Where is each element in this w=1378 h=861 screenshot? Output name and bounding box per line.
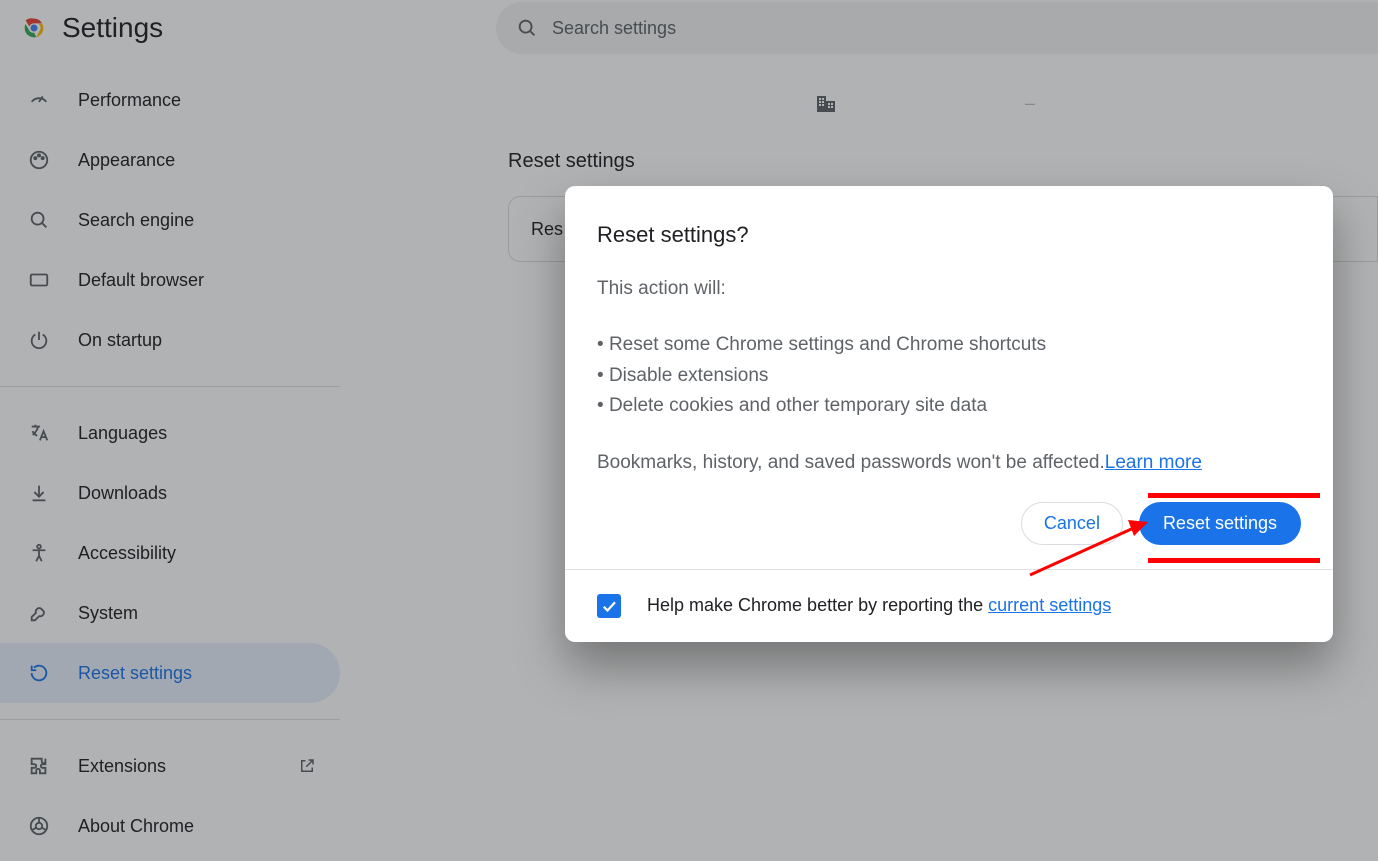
cancel-button[interactable]: Cancel bbox=[1021, 502, 1123, 545]
dialog-bullets: Reset some Chrome settings and Chrome sh… bbox=[597, 330, 1301, 421]
report-settings-checkbox[interactable] bbox=[597, 594, 621, 618]
reset-settings-button[interactable]: Reset settings bbox=[1139, 502, 1301, 545]
dialog-bullet: Delete cookies and other temporary site … bbox=[597, 391, 1301, 421]
reset-settings-dialog: Reset settings? This action will: Reset … bbox=[565, 186, 1333, 642]
annotation-highlight-bottom bbox=[1148, 558, 1320, 563]
dialog-title: Reset settings? bbox=[597, 222, 1301, 248]
annotation-highlight-top bbox=[1148, 493, 1320, 498]
dialog-intro: This action will: bbox=[597, 274, 1301, 304]
dialog-bullet: Reset some Chrome settings and Chrome sh… bbox=[597, 330, 1301, 360]
current-settings-link[interactable]: current settings bbox=[988, 595, 1111, 615]
dialog-note-line: Bookmarks, history, and saved passwords … bbox=[597, 448, 1301, 478]
dialog-bullet: Disable extensions bbox=[597, 361, 1301, 391]
learn-more-link[interactable]: Learn more bbox=[1105, 452, 1202, 473]
footer-text: Help make Chrome better by reporting the… bbox=[647, 595, 1111, 616]
dialog-note: Bookmarks, history, and saved passwords … bbox=[597, 452, 1105, 473]
